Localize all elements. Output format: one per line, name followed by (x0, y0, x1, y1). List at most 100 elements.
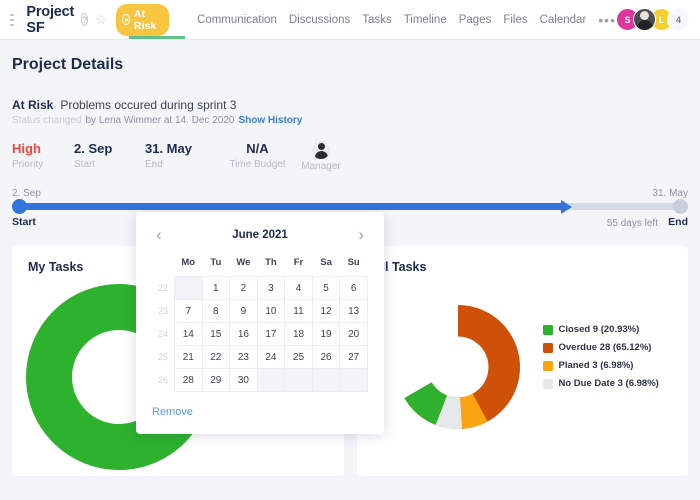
avatar-count[interactable]: 4 (667, 8, 690, 31)
weekday-tu: Tu (210, 257, 222, 268)
star-icon[interactable]: ☆ (95, 12, 107, 28)
calendar-day[interactable]: 28 (173, 368, 203, 392)
calendar-day[interactable]: 26 (311, 345, 341, 369)
legend-label: No Due Date 3 (6.98%) (558, 378, 659, 389)
active-tab-indicator (129, 36, 185, 39)
calendar-day[interactable]: 16 (229, 322, 258, 346)
page-title: Project Details (12, 56, 124, 73)
legend-swatch (542, 360, 553, 371)
calendar-day[interactable]: 19 (311, 322, 341, 346)
top-bar: Project SF ? ☆ At Risk Communication Dis… (0, 0, 700, 40)
calendar-day[interactable]: 11 (284, 299, 313, 323)
nav-item-discussions[interactable]: Discussions (289, 14, 350, 26)
calendar-day[interactable]: 22 (201, 345, 231, 369)
calendar-day[interactable]: 2 (229, 276, 258, 300)
date-picker-popup: ‹ June 2021 › Mo Tu We Th Fr Sa Su 22 1 … (136, 212, 384, 434)
status-description: Problems occured during sprint 3 (60, 98, 237, 112)
status-badge-label: At Risk (134, 7, 157, 32)
calendar-grid: Mo Tu We Th Fr Sa Su 22 1 2 3 4 5 6 23 7… (152, 257, 368, 392)
meta-time-budget-value: N/A (246, 141, 269, 156)
calendar-day[interactable]: 23 (229, 345, 258, 369)
nav-item-pages[interactable]: Pages (459, 14, 492, 26)
timeline-start-label: Start (12, 216, 36, 228)
legend-item-no-due-date: No Due Date 3 (6.98%) (542, 378, 659, 389)
legend-label: Closed 9 (20.93%) (558, 324, 640, 335)
calendar-day[interactable]: 7 (173, 299, 203, 323)
calendar-day[interactable]: 10 (256, 299, 286, 323)
calendar-day[interactable]: 14 (173, 322, 203, 346)
status-summary: At Risk Problems occured during sprint 3 (12, 98, 688, 112)
calendar-day[interactable]: 24 (256, 345, 286, 369)
meta-manager: Manager (291, 141, 351, 172)
timeline-end-handle[interactable] (673, 199, 688, 214)
meta-end-value: 31. May (145, 141, 192, 156)
nav-item-communication[interactable]: Communication (197, 14, 277, 26)
nav-item-timeline[interactable]: Timeline (404, 14, 447, 26)
project-meta-row: High Priority 2. Sep Start 31. May End N… (12, 141, 688, 172)
meta-manager-label: Manager (301, 161, 341, 172)
calendar-day[interactable]: 15 (201, 322, 231, 346)
calendar-day-empty (173, 276, 203, 300)
avatar-group: S L 4 (616, 8, 690, 31)
legend-label: Planed 3 (6.98%) (558, 360, 634, 371)
status-changed-label: Status changed (12, 115, 82, 126)
calendar-day[interactable]: 3 (256, 276, 286, 300)
calendar-day[interactable]: 6 (339, 276, 368, 300)
play-circle-icon (121, 14, 131, 25)
legend-swatch (542, 342, 553, 353)
legend-swatch (542, 324, 553, 335)
calendar-day-empty (339, 368, 368, 392)
meta-priority: High Priority (12, 141, 74, 172)
show-history-link[interactable]: Show History (238, 115, 302, 126)
main-nav: Communication Discussions Tasks Timeline… (197, 12, 616, 28)
calendar-day[interactable]: 30 (229, 368, 258, 392)
calendar-day[interactable]: 25 (284, 345, 313, 369)
calendar-day[interactable]: 9 (229, 299, 258, 323)
calendar-day[interactable]: 12 (311, 299, 341, 323)
calendar-day[interactable]: 21 (173, 345, 203, 369)
meta-start: 2. Sep Start (74, 141, 145, 172)
timeline-end-date: 31. May (652, 188, 688, 199)
question-circle-icon[interactable]: ? (81, 13, 89, 26)
weekday-su: Su (347, 257, 360, 268)
timeline-progress-arrow-icon (561, 199, 572, 214)
calendar-day[interactable]: 13 (339, 299, 368, 323)
all-tasks-donut-chart (373, 282, 543, 457)
page-title-project: Project SF (26, 3, 75, 36)
calendar-day[interactable]: 17 (256, 322, 286, 346)
week-number-header (152, 257, 174, 277)
all-tasks-legend: Closed 9 (20.93%) Overdue 28 (65.12%) Pl… (542, 324, 659, 389)
calendar-day[interactable]: 27 (339, 345, 368, 369)
calendar-day[interactable]: 29 (201, 368, 231, 392)
legend-item-overdue: Overdue 28 (65.12%) (542, 342, 659, 353)
chevron-right-icon[interactable]: › (358, 226, 364, 243)
calendar-day[interactable]: 18 (284, 322, 313, 346)
calendar-week-row: 25 21 22 23 24 25 26 27 (152, 345, 368, 369)
calendar-day[interactable]: 20 (339, 322, 368, 346)
remove-date-link[interactable]: Remove (152, 406, 193, 418)
weekday-fr: Fr (293, 257, 304, 268)
week-number: 26 (157, 375, 168, 385)
nav-item-files[interactable]: Files (503, 14, 527, 26)
calendar-day-empty (311, 368, 341, 392)
week-number: 22 (157, 283, 168, 293)
hamburger-icon[interactable] (10, 11, 15, 29)
status-changed-by: by Lena Wimmer at 14. Dec 2020 (85, 115, 235, 126)
card-title: All Tasks (372, 260, 427, 274)
status-name: At Risk (12, 98, 54, 112)
chevron-left-icon[interactable]: ‹ (156, 226, 162, 243)
weekday-mo: Mo (181, 257, 196, 268)
nav-item-calendar[interactable]: Calendar (540, 14, 587, 26)
timeline-start-handle[interactable] (12, 199, 27, 214)
nav-item-tasks[interactable]: Tasks (362, 14, 391, 26)
avatar[interactable] (633, 8, 656, 31)
calendar-day[interactable]: 1 (201, 276, 231, 300)
meta-time-budget-label: Time Budget (229, 159, 286, 170)
avatar[interactable] (312, 141, 330, 159)
calendar-day[interactable]: 8 (201, 299, 231, 323)
nav-overflow-icon[interactable]: ••• (598, 12, 616, 28)
calendar-day[interactable]: 5 (311, 276, 341, 300)
calendar-day[interactable]: 4 (284, 276, 313, 300)
status-badge[interactable]: At Risk (115, 3, 170, 36)
calendar-month-label: June 2021 (232, 228, 288, 241)
